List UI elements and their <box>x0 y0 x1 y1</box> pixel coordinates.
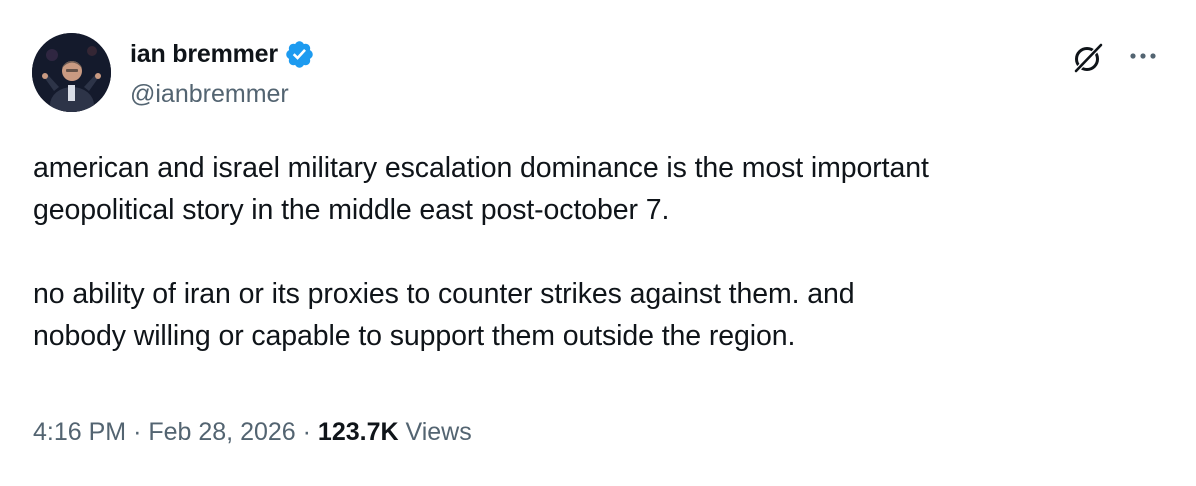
meta-separator: · <box>133 418 142 446</box>
author-name-row[interactable]: ian bremmer <box>130 38 315 70</box>
tweet-meta: 4:16 PM · Feb 28, 2026 · 123.7K Views <box>33 418 472 447</box>
verified-badge-icon[interactable] <box>284 39 315 70</box>
tweet-line: nobody willing or capable to support the… <box>33 320 796 352</box>
grok-icon[interactable] <box>1070 40 1106 76</box>
meta-separator: · <box>302 418 311 446</box>
author-display-name[interactable]: ian bremmer <box>130 40 278 69</box>
tweet-card: ian bremmer @ianbremmer american and isr… <box>0 0 1196 486</box>
tweet-line: american and israel military escalation … <box>33 152 929 184</box>
views-count[interactable]: 123.7K <box>318 418 399 446</box>
views-label[interactable]: Views <box>406 418 472 446</box>
avatar[interactable] <box>32 33 111 112</box>
tweet-date[interactable]: Feb 28, 2026 <box>148 418 295 446</box>
more-options-icon[interactable] <box>1126 46 1160 66</box>
tweet-line: no ability of iran or its proxies to cou… <box>33 278 855 310</box>
tweet-text: american and israel military escalation … <box>33 147 1173 357</box>
avatar-photo <box>32 33 111 112</box>
tweet-time[interactable]: 4:16 PM <box>33 418 126 446</box>
tweet-line: geopolitical story in the middle east po… <box>33 194 670 226</box>
author-handle[interactable]: @ianbremmer <box>130 80 289 109</box>
